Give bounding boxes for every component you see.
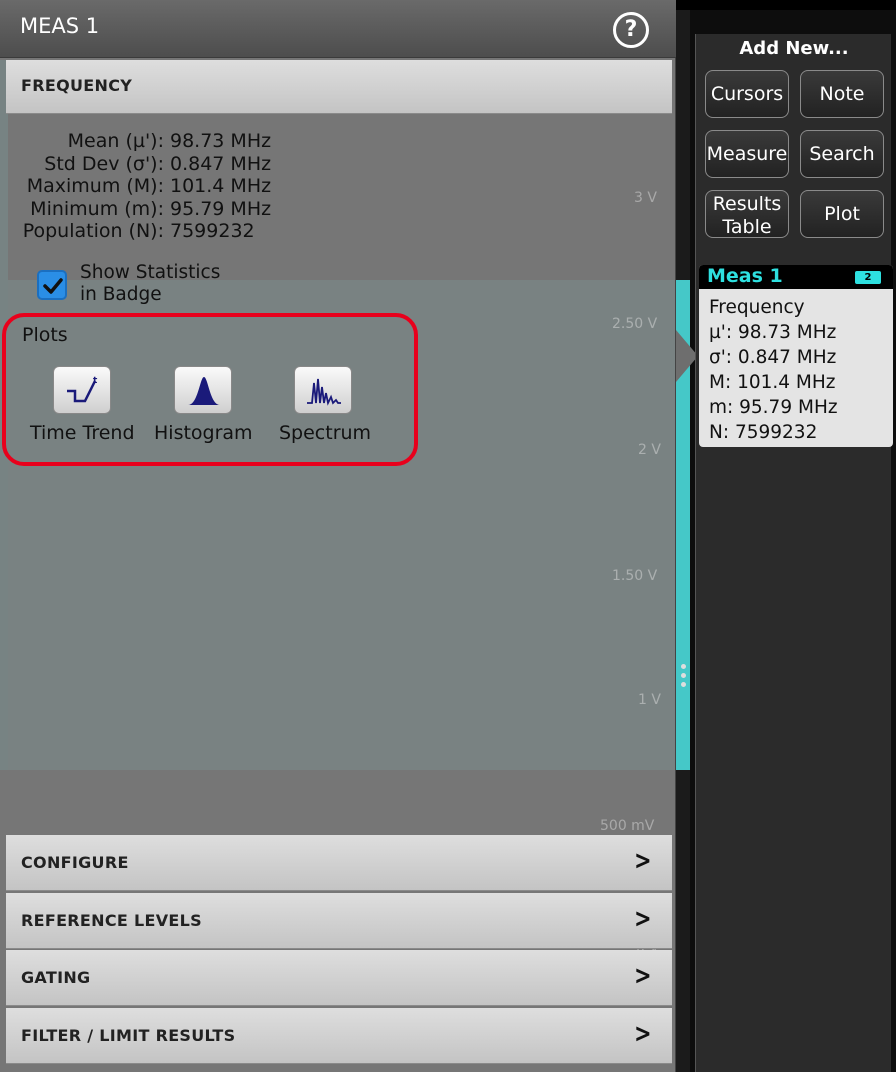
channel-indicator: 2 xyxy=(855,271,881,284)
dialog-titlebar: MEAS 1 ? xyxy=(0,0,676,58)
stat-label: Std Dev (σ'): xyxy=(44,152,164,175)
section-label: FILTER / LIMIT RESULTS xyxy=(21,1026,236,1045)
note-button[interactable]: Note xyxy=(800,70,884,118)
button-label: Note xyxy=(819,83,865,105)
check-icon xyxy=(43,278,63,294)
measure-button[interactable]: Measure xyxy=(705,130,789,178)
button-label: Cursors xyxy=(710,83,784,105)
section-label: CONFIGURE xyxy=(21,853,129,872)
stat-stddev: Std Dev (σ'): 0.847 MHz xyxy=(22,153,271,176)
stat-minimum: Minimum (m): 95.79 MHz xyxy=(22,198,271,221)
configure-section[interactable]: CONFIGURE > xyxy=(6,835,672,891)
stat-label: Mean (µ'): xyxy=(67,130,164,152)
cursors-button[interactable]: Cursors xyxy=(705,70,789,118)
stat-mean: Mean (µ'): 98.73 MHz xyxy=(22,130,271,153)
button-label: Search xyxy=(809,143,875,165)
section-label: REFERENCE LEVELS xyxy=(21,911,202,930)
stat-value: 7599232 xyxy=(170,220,255,242)
badge-line: Frequency xyxy=(709,297,805,318)
statistics-block: Mean (µ'): 98.73 MHz Std Dev (σ'): 0.847 M… xyxy=(22,130,271,243)
badge-line: σ': 0.847 MHz xyxy=(709,347,837,368)
button-label-line2: Table xyxy=(722,216,772,238)
frequency-section-header[interactable]: FREQUENCY xyxy=(6,60,672,114)
button-label: Measure xyxy=(706,143,788,165)
axis-label: 1 V xyxy=(638,692,661,708)
badge-title: Meas 1 xyxy=(707,265,783,287)
results-table-button[interactable]: Results Table xyxy=(705,190,789,238)
drag-handle-icon[interactable] xyxy=(681,664,687,691)
reference-levels-section[interactable]: REFERENCE LEVELS > xyxy=(6,893,672,949)
search-button[interactable]: Search xyxy=(800,130,884,178)
gating-section[interactable]: GATING > xyxy=(6,950,672,1006)
stat-label: Maximum (M): xyxy=(26,175,164,197)
histogram-label: Histogram xyxy=(154,422,253,444)
help-icon[interactable]: ? xyxy=(613,12,649,48)
button-label: Plot xyxy=(824,203,860,225)
badge-line: m: 95.79 MHz xyxy=(709,397,838,418)
show-stats-label: Show Statistics in Badge xyxy=(80,262,220,306)
axis-label: 2 V xyxy=(638,442,661,458)
chevron-right-icon: > xyxy=(634,904,652,934)
add-new-title: Add New... xyxy=(739,38,849,59)
dialog-title: MEAS 1 xyxy=(20,14,100,38)
stat-value: 98.73 MHz xyxy=(170,130,272,152)
chevron-right-icon: > xyxy=(634,846,652,876)
button-label-line1: Results xyxy=(712,193,782,215)
badge-body: Frequency µ': 98.73 MHz σ': 0.847 MHz M:… xyxy=(709,295,838,445)
stat-label: Minimum (m): xyxy=(30,197,164,220)
stat-label: Population (N): xyxy=(22,220,164,242)
badge-line: N: 7599232 xyxy=(709,422,818,443)
axis-label: 1.50 V xyxy=(612,568,658,584)
stat-maximum: Maximum (M): 101.4 MHz xyxy=(22,175,271,198)
svg-text:t: t xyxy=(93,376,98,386)
show-stats-label-line2: in Badge xyxy=(80,284,162,305)
scope-screen: MEAS 1 ? FREQUENCY 3 V 2.50 V 2 V 1.50 V… xyxy=(0,0,896,1072)
time-trend-button[interactable]: t xyxy=(53,366,111,414)
badge-line: µ': 98.73 MHz xyxy=(709,322,837,343)
badge-line: M: 101.4 MHz xyxy=(709,372,836,393)
histogram-button[interactable] xyxy=(174,366,232,414)
stat-value: 95.79 MHz xyxy=(170,197,272,220)
time-trend-label: Time Trend xyxy=(30,422,135,444)
add-new-panel: Add New... Cursors Note Measure Search R… xyxy=(695,34,891,1072)
time-trend-icon: t xyxy=(67,376,98,403)
stat-value: 101.4 MHz xyxy=(170,175,272,197)
show-stats-checkbox[interactable] xyxy=(37,270,67,300)
section-label: FREQUENCY xyxy=(21,76,133,95)
badge-header: Meas 1 2 xyxy=(699,265,893,289)
top-strip xyxy=(676,0,896,10)
meas-config-dialog: MEAS 1 ? FREQUENCY 3 V 2.50 V 2 V 1.50 V… xyxy=(0,0,676,1072)
section-label: GATING xyxy=(21,968,91,987)
stat-value: 0.847 MHz xyxy=(170,152,272,175)
axis-label: 3 V xyxy=(634,190,657,206)
spectrum-button[interactable] xyxy=(294,366,352,414)
chevron-right-icon: > xyxy=(634,961,652,991)
chevron-right-icon: > xyxy=(634,1019,652,1049)
stat-population: Population (N): 7599232 xyxy=(22,220,271,243)
axis-label: 500 mV xyxy=(600,818,655,834)
axis-label: 2.50 V xyxy=(612,316,658,332)
spectrum-icon xyxy=(307,378,341,406)
plot-button[interactable]: Plot xyxy=(800,190,884,238)
show-stats-label-line1: Show Statistics xyxy=(80,262,221,283)
meas-badge[interactable]: Meas 1 2 Frequency µ': 98.73 MHz σ': 0.8… xyxy=(699,265,893,447)
filter-limit-section[interactable]: FILTER / LIMIT RESULTS > xyxy=(6,1008,672,1064)
plots-title: Plots xyxy=(22,324,68,346)
histogram-icon xyxy=(188,377,220,405)
spectrum-label: Spectrum xyxy=(279,422,372,444)
